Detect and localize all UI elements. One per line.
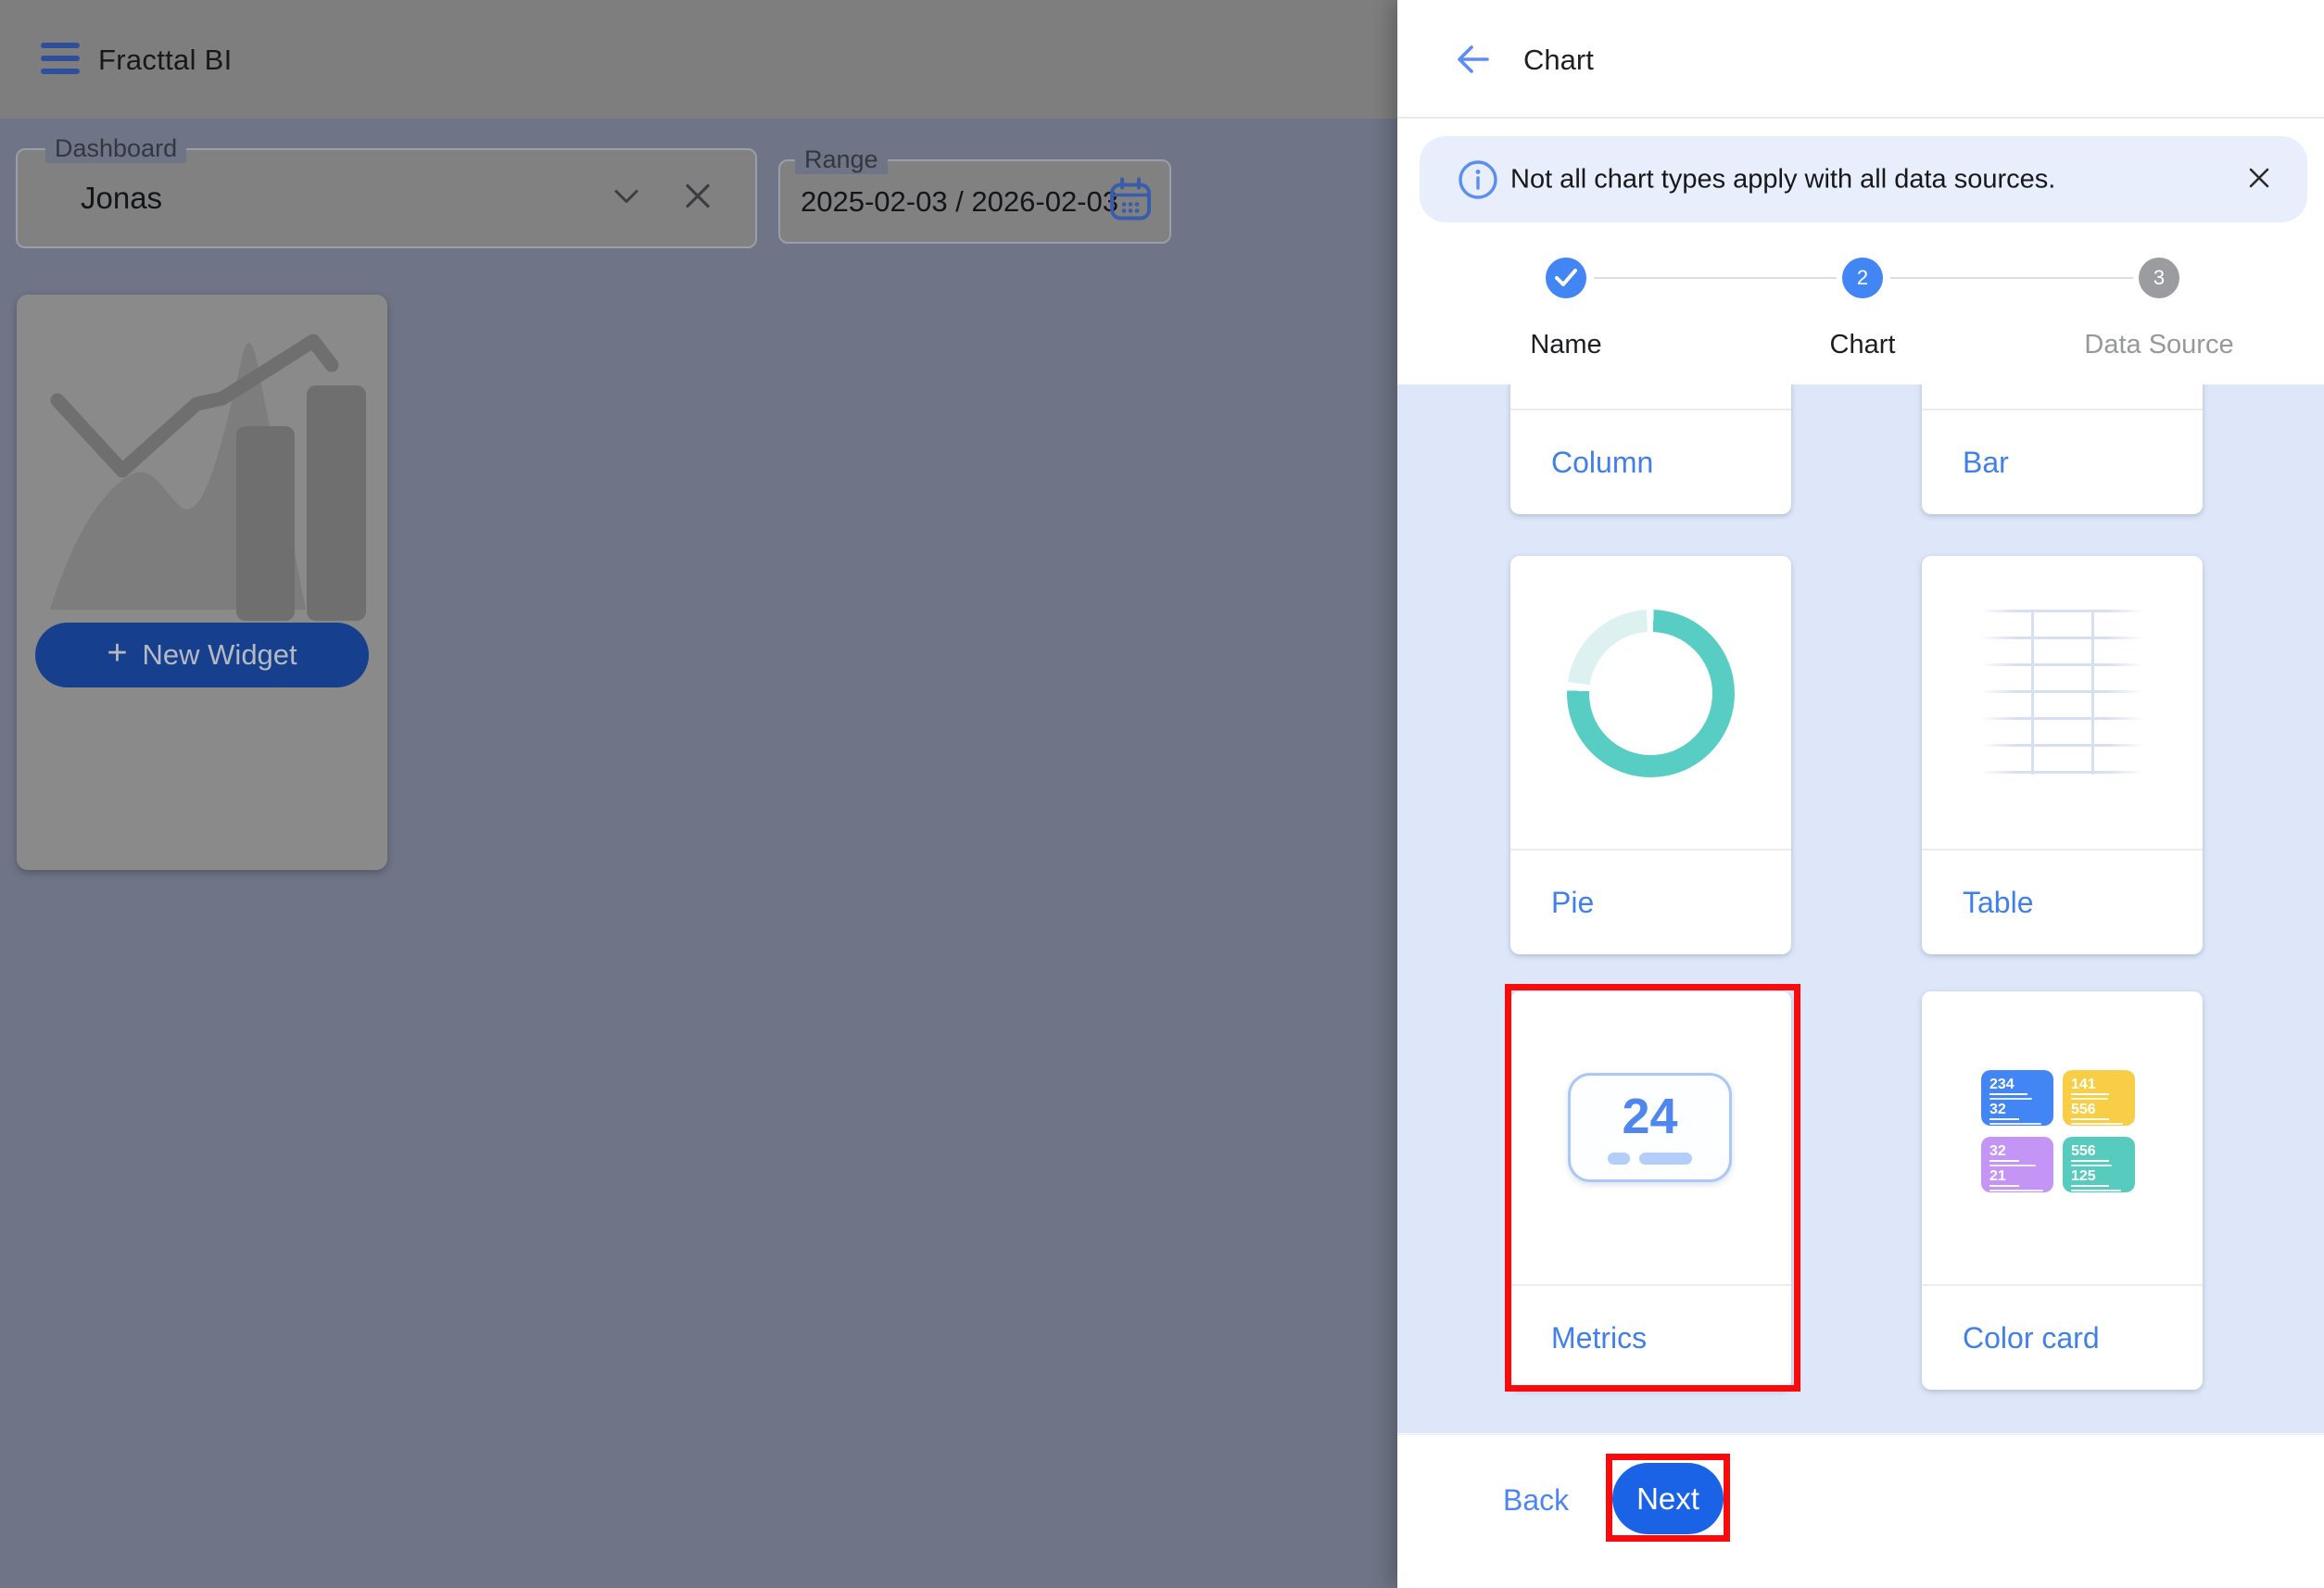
step-1-circle[interactable] — [1546, 258, 1586, 298]
mini-value: 234 — [1989, 1078, 2027, 1095]
stepper-connector — [1594, 277, 1837, 279]
new-widget-button[interactable]: + New Widget — [35, 623, 369, 687]
dashboard-select[interactable]: Dashboard Jonas — [16, 148, 757, 248]
date-range-value: 2025-02-03 / 2026-02-03 — [801, 185, 1118, 219]
card-label: Color card — [1963, 1286, 2100, 1390]
step-3-circle[interactable]: 3 — [2139, 258, 2179, 298]
mini-value: 125 — [2071, 1169, 2109, 1187]
fracttal-bi-screen: Fracttal BI Dashboard Jonas Range 2025-0… — [0, 0, 2324, 1588]
mini-value: 141 — [2071, 1078, 2109, 1095]
wizard-footer: Back Next — [1397, 1434, 2324, 1588]
clear-dashboard-icon[interactable] — [681, 180, 714, 218]
info-icon — [1457, 158, 1499, 206]
mini-value: 21 — [1989, 1169, 2019, 1187]
check-icon — [1554, 268, 1578, 288]
chart-type-card-column[interactable]: Column — [1510, 384, 1791, 514]
new-widget-label: New Widget — [143, 638, 297, 672]
dashboard-select-label: Dashboard — [45, 134, 186, 163]
date-range-label: Range — [795, 145, 888, 174]
next-button[interactable]: Next — [1612, 1463, 1724, 1534]
chart-type-list[interactable]: Column Bar Pie — [1397, 384, 2324, 1433]
step-3-label: Data Source — [2084, 330, 2233, 360]
mini-value: 556 — [2071, 1103, 2109, 1120]
menu-icon[interactable] — [41, 43, 80, 76]
step-1-label: Name — [1530, 330, 1601, 360]
dashboard-select-value: Jonas — [81, 181, 162, 216]
step-2-label: Chart — [1830, 330, 1896, 360]
chart-type-card-color-card[interactable]: 234 32 141 556 32 — [1922, 991, 2203, 1390]
card-label: Column — [1551, 410, 1653, 514]
column-chart-icon — [1510, 384, 1791, 409]
banner-text: Not all chart types apply with all data … — [1510, 164, 2055, 195]
metrics-icon: 24 — [1568, 1073, 1732, 1182]
back-arrow-icon[interactable] — [1451, 38, 1494, 81]
banner-close-icon[interactable] — [2241, 161, 2278, 198]
step-2-circle[interactable]: 2 — [1842, 258, 1883, 298]
widget-placeholder-card: + New Widget — [17, 295, 387, 870]
chevron-down-icon[interactable] — [611, 186, 642, 211]
wizard-stepper: 2 3 Name Chart Data Source — [1397, 237, 2324, 376]
pie-chart-icon — [1567, 610, 1735, 777]
back-button[interactable]: Back — [1503, 1483, 1569, 1518]
chart-type-card-metrics[interactable]: 24 Metrics — [1510, 991, 1791, 1390]
mini-value: 32 — [1989, 1103, 2019, 1120]
card-label: Pie — [1551, 851, 1594, 954]
chart-placeholder-illustration — [37, 315, 367, 621]
metrics-icon-number: 24 — [1622, 1091, 1677, 1141]
stepper-connector — [1890, 277, 2133, 279]
card-label: Metrics — [1551, 1286, 1647, 1390]
panel-header: Chart — [1397, 0, 2324, 119]
calendar-icon[interactable] — [1106, 175, 1155, 228]
top-toolbar: Fracttal BI — [0, 0, 1397, 119]
date-range-field[interactable]: Range 2025-02-03 / 2026-02-03 — [778, 159, 1171, 244]
card-label: Bar — [1963, 410, 2009, 514]
bar-chart-icon — [1922, 384, 2203, 409]
chart-type-card-pie[interactable]: Pie — [1510, 556, 1791, 954]
panel-title: Chart — [1523, 44, 1594, 77]
mini-value: 32 — [1989, 1144, 2019, 1162]
app-title: Fracttal BI — [98, 44, 233, 77]
step-2-number: 2 — [1857, 266, 1868, 290]
dashboard-background: Fracttal BI Dashboard Jonas Range 2025-0… — [0, 0, 1397, 1588]
chart-type-card-table[interactable]: Table — [1922, 556, 2203, 954]
chart-wizard-panel: Chart Not all chart types apply with all… — [1397, 0, 2324, 1588]
color-card-icon: 234 32 141 556 32 — [1981, 1070, 2144, 1192]
table-icon — [1980, 610, 2143, 775]
card-label: Table — [1963, 851, 2034, 954]
step-3-number: 3 — [2153, 266, 2165, 290]
info-banner: Not all chart types apply with all data … — [1420, 136, 2307, 222]
chart-type-card-bar[interactable]: Bar — [1922, 384, 2203, 514]
mini-value: 556 — [2071, 1144, 2109, 1162]
plus-icon: + — [107, 636, 127, 671]
